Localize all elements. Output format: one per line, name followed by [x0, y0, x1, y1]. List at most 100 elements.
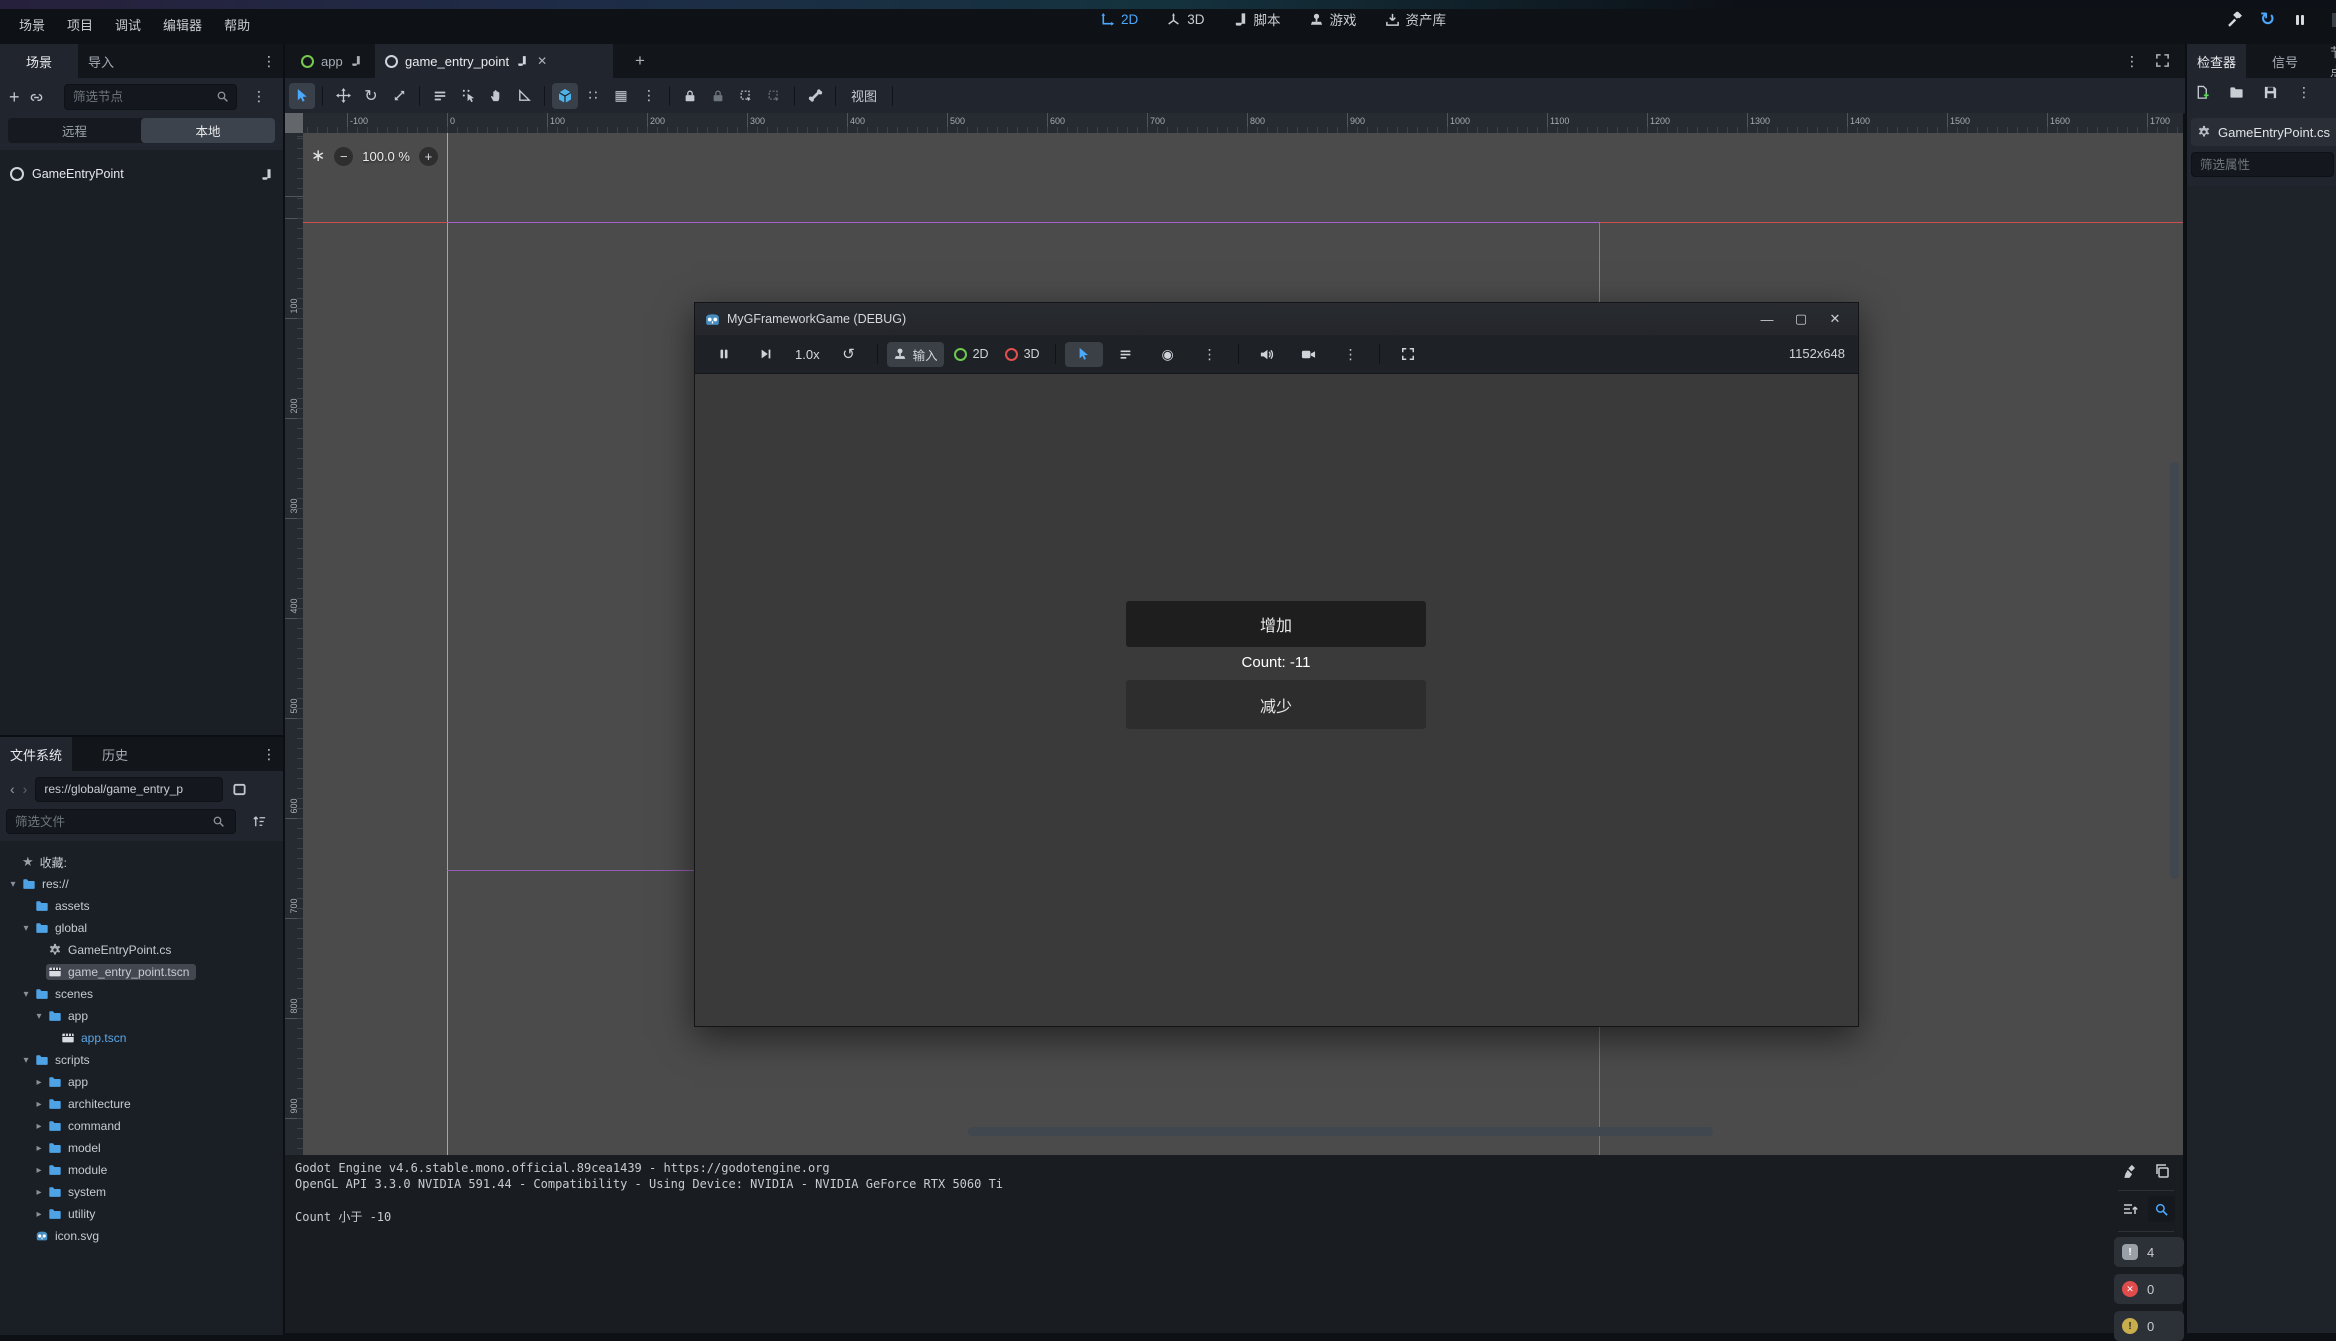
dock-menu-icon[interactable]: ⋮ [262, 53, 276, 70]
file-tree-item[interactable]: icon.svg [0, 1225, 283, 1247]
nav-forward-icon[interactable]: › [19, 781, 36, 797]
menu-editor[interactable]: 编辑器 [152, 11, 213, 38]
pause-game-button[interactable] [705, 342, 743, 367]
new-resource-icon[interactable] [2195, 85, 2210, 100]
expand-arrow-icon[interactable]: ▸ [32, 1143, 46, 1154]
scene-tab-app[interactable]: app [291, 44, 372, 78]
minimize-button[interactable]: — [1750, 303, 1784, 335]
horizontal-scrollbar[interactable] [968, 1127, 1713, 1136]
expand-arrow-icon[interactable]: ▾ [19, 989, 33, 1000]
warning-count-badge[interactable]: ! 0 [2114, 1311, 2184, 1341]
tab-filesystem[interactable]: 文件系统 [0, 737, 72, 771]
speed-multiplier[interactable]: 1.0x [789, 347, 826, 362]
ungroup-button[interactable] [761, 83, 787, 109]
embed-fullscreen-button[interactable] [1389, 342, 1427, 367]
maximize-button[interactable]: ▢ [1784, 303, 1818, 335]
debug-options-menu[interactable]: ⋮ [1332, 342, 1370, 367]
expand-arrow-icon[interactable]: ▸ [32, 1165, 46, 1176]
grid-snap-button[interactable]: ∷ [580, 83, 606, 109]
remote-button[interactable]: 远程 [8, 118, 141, 143]
save-icon[interactable] [2263, 85, 2278, 100]
edited-object-row[interactable]: GameEntryPoint.cs [2191, 118, 2336, 146]
sort-files-icon[interactable] [252, 814, 267, 829]
nav-back-icon[interactable]: ‹ [0, 781, 19, 797]
instance-link-icon[interactable] [29, 90, 44, 105]
tab-signals[interactable]: 信号 [2262, 44, 2308, 78]
copy-output-icon[interactable] [2154, 1163, 2170, 1179]
runtime-list-select-button[interactable] [1107, 342, 1145, 367]
unlock-button[interactable] [705, 83, 731, 109]
runtime-select-button[interactable] [1065, 342, 1103, 367]
attached-script-icon[interactable] [260, 168, 273, 181]
dock-divider[interactable] [283, 44, 285, 1333]
menu-scene[interactable]: 场景 [8, 11, 56, 38]
list-select-button[interactable] [427, 83, 453, 109]
pan-tool-button[interactable] [483, 83, 509, 109]
file-tree-item[interactable]: ▾global [0, 917, 283, 939]
skeleton-button[interactable] [802, 83, 828, 109]
close-tab-icon[interactable]: ✕ [537, 54, 547, 68]
camera-override-button[interactable]: ◉ [1149, 342, 1187, 367]
select-tool-button[interactable] [289, 83, 315, 109]
file-tree-item[interactable]: ▾res:// [0, 873, 283, 895]
script-icon[interactable] [516, 55, 528, 67]
collapse-tree-icon[interactable] [2122, 1201, 2138, 1217]
pause-scene-icon[interactable] [2292, 12, 2308, 28]
expand-arrow-icon[interactable]: ▸ [32, 1121, 46, 1132]
workspace-2d[interactable]: 2D [1100, 12, 1138, 27]
file-tree-item[interactable]: ▸model [0, 1137, 283, 1159]
game-debug-window[interactable]: MyGFrameworkGame (DEBUG) — ▢ ✕ 1.0x ↺ 输入… [694, 302, 1859, 1027]
script-icon[interactable] [350, 55, 362, 67]
tab-scene[interactable]: 场景 [0, 44, 78, 78]
reload-project-icon[interactable]: ↻ [2260, 11, 2275, 28]
tab-list-menu-icon[interactable]: ⋮ [2125, 53, 2139, 70]
tab-inspector[interactable]: 检查器 [2187, 44, 2246, 78]
current-path-field[interactable] [35, 777, 223, 802]
game-viewport[interactable]: 增加 Count: -11 减少 [695, 373, 1858, 1026]
scale-tool-button[interactable] [386, 83, 412, 109]
input-mode-button[interactable]: 输入 [887, 342, 944, 367]
error-count-badge[interactable]: ✕ 0 [2114, 1274, 2184, 1304]
mute-audio-button[interactable] [1248, 342, 1286, 367]
zoom-percent[interactable]: 100.0 % [362, 149, 410, 164]
increase-button[interactable]: 增加 [1126, 601, 1426, 647]
file-tree-item[interactable]: ▾scripts [0, 1049, 283, 1071]
expand-arrow-icon[interactable]: ▸ [32, 1099, 46, 1110]
view-menu-asterisk-icon[interactable]: ∗ [311, 146, 325, 166]
search-output-icon[interactable] [2154, 1202, 2169, 1217]
camera-2d-button[interactable]: 2D [948, 342, 995, 367]
zoom-out-button[interactable]: − [334, 147, 353, 166]
rotate-tool-button[interactable]: ↻ [358, 83, 384, 109]
tab-history[interactable]: 历史 [92, 737, 138, 771]
group-button[interactable] [733, 83, 759, 109]
file-tree-item[interactable]: GameEntryPoint.cs [0, 939, 283, 961]
workspace-script[interactable]: 脚本 [1233, 9, 1281, 29]
scene-tree-menu-icon[interactable]: ⋮ [252, 88, 266, 105]
workspace-game[interactable]: 游戏 [1309, 9, 1357, 29]
workspace-assetlib[interactable]: 资产库 [1385, 9, 1447, 29]
add-node-button[interactable]: + [0, 87, 29, 108]
message-count-badge[interactable]: ! 4 [2114, 1237, 2184, 1267]
scene-tab-game-entry-point[interactable]: game_entry_point ✕ [375, 44, 613, 78]
expand-arrow-icon[interactable]: ▾ [32, 1011, 46, 1022]
next-frame-button[interactable] [747, 342, 785, 367]
build-hammer-icon[interactable] [2226, 11, 2243, 28]
file-tree-item[interactable]: game_entry_point.tscn [0, 961, 283, 983]
file-tree-item[interactable]: ▾scenes [0, 983, 283, 1005]
file-tree-item[interactable]: ▾app [0, 1005, 283, 1027]
vertical-scrollbar[interactable] [2170, 462, 2179, 879]
movie-maker-button[interactable] [1290, 342, 1328, 367]
file-tree-item[interactable]: app.tscn [0, 1027, 283, 1049]
view-menu[interactable]: 视图 [843, 86, 885, 105]
expand-arrow-icon[interactable]: ▾ [19, 1055, 33, 1066]
tab-import[interactable]: 导入 [78, 44, 124, 78]
close-button[interactable]: ✕ [1818, 303, 1852, 335]
clear-output-broom-icon[interactable] [2122, 1163, 2139, 1180]
snap-options-menu[interactable]: ⋮ [636, 83, 662, 109]
selection-options-menu[interactable]: ⋮ [1191, 342, 1229, 367]
menu-project[interactable]: 项目 [56, 11, 104, 38]
camera-3d-button[interactable]: 3D [999, 342, 1046, 367]
filter-properties-input[interactable] [2191, 152, 2334, 177]
expand-arrow-icon[interactable]: ▸ [32, 1077, 46, 1088]
expand-arrow-icon[interactable]: ▾ [6, 879, 20, 890]
